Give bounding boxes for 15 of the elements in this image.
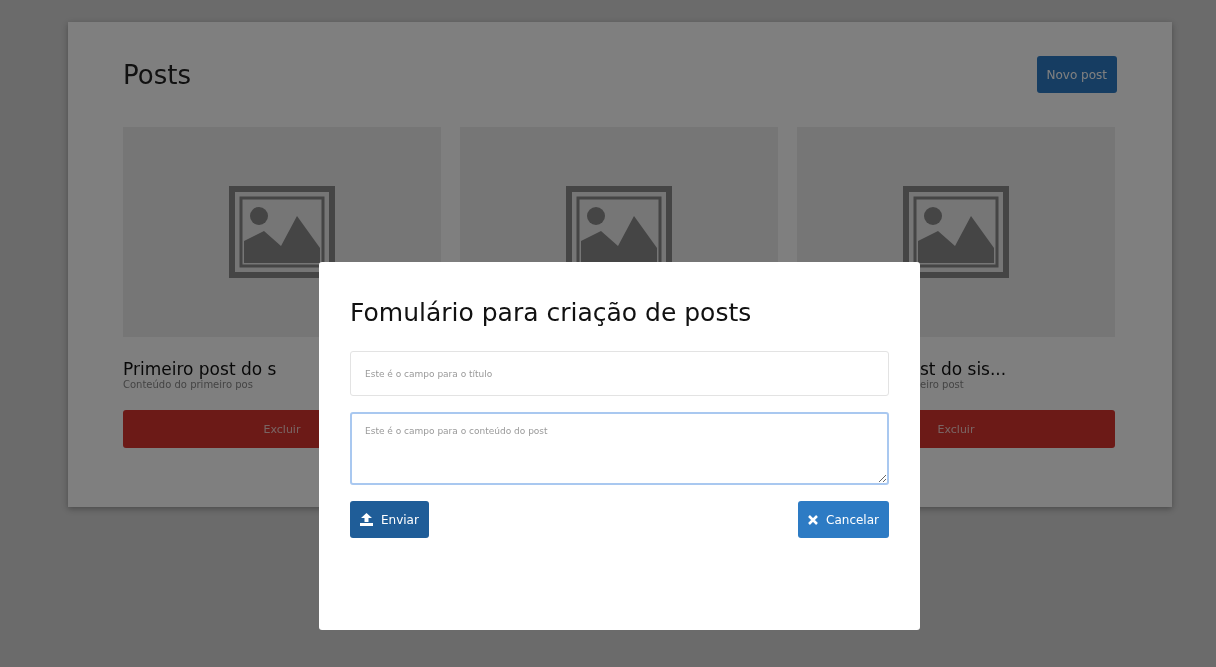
content-textarea[interactable]: Este é o campo para o conteúdo do post bbox=[350, 412, 889, 485]
post-content: eiro post bbox=[920, 379, 964, 390]
image-icon bbox=[903, 186, 1009, 278]
close-icon bbox=[808, 514, 819, 525]
post-title: st do sis... bbox=[920, 359, 1007, 379]
post-title: Primeiro post do s bbox=[123, 359, 277, 379]
page-title: Posts bbox=[123, 59, 191, 90]
upload-icon bbox=[360, 513, 373, 526]
cancel-button[interactable]: Cancelar bbox=[798, 501, 889, 538]
post-content: Conteúdo do primeiro pos bbox=[123, 379, 253, 390]
dialog-title: Fomulário para criação de posts bbox=[350, 298, 753, 327]
new-post-button[interactable]: Novo post bbox=[1036, 56, 1117, 93]
submit-button[interactable]: Enviar bbox=[350, 501, 429, 538]
title-input[interactable]: Este é o campo para o título bbox=[350, 351, 889, 396]
image-icon bbox=[229, 186, 335, 278]
